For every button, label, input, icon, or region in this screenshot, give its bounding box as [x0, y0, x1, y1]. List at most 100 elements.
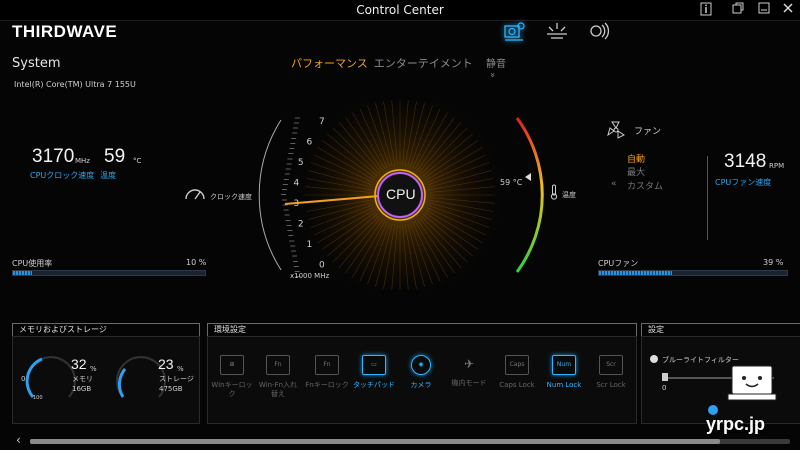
tab-entertainment[interactable]: エンターテイメント	[374, 57, 473, 70]
scroll-left-icon[interactable]: ‹	[16, 433, 21, 447]
mode-tabs: パフォーマンス エンターテイメント	[291, 55, 479, 71]
scroll-lock-icon: Scr	[599, 355, 623, 375]
cpu-clock-value: 3170	[32, 146, 75, 167]
cpu-usage-label: CPU使用率	[12, 259, 53, 268]
horizontal-scrollbar[interactable]	[30, 439, 790, 444]
fan-rpm-unit: RPM	[769, 162, 785, 170]
memory-gauge-max: 100	[33, 395, 43, 401]
num-lock-toggle[interactable]: Num Num Lock	[542, 355, 586, 390]
touchpad-icon: ▭	[362, 355, 386, 375]
environment-panel-title: 環境設定	[212, 324, 248, 335]
brightness-icon[interactable]	[545, 21, 569, 41]
speedometer-icon	[183, 184, 207, 206]
cpu-temp-value: 59	[104, 146, 126, 167]
restore-icon[interactable]	[730, 2, 746, 18]
fn-key-icon: Fn	[315, 355, 339, 375]
gauge-tick-label: 1	[307, 240, 313, 250]
camera-toggle[interactable]: ◉ カメラ	[399, 355, 443, 390]
chevron-down-icon[interactable]: »	[487, 72, 497, 78]
cpu-model: Intel(R) Core(TM) Ultra 7 155U	[14, 80, 136, 89]
clock-speed-label: クロック速度	[210, 193, 252, 201]
airplane-mode-toggle[interactable]: ✈ 機内モード	[447, 355, 491, 388]
caps-lock-icon: Caps	[505, 355, 529, 375]
thermometer-icon	[548, 184, 560, 204]
memory-percent: 32	[71, 356, 87, 372]
gauge-tick-label: 7	[319, 117, 325, 127]
num-lock-icon: Num	[552, 355, 576, 375]
system-title: System	[12, 56, 61, 71]
temp-label: 温度	[562, 191, 576, 199]
wireless-icon[interactable]	[587, 21, 611, 41]
cpu-clock-caption: CPUクロック速度	[30, 171, 95, 180]
info-icon[interactable]	[698, 2, 714, 18]
environment-panel-header: 環境設定	[207, 323, 637, 336]
storage-percent: 23	[158, 356, 174, 372]
settings-panel-header: 設定	[641, 323, 800, 336]
tab-performance[interactable]: パフォーマンス	[291, 57, 368, 70]
storage-label: ストレージ	[159, 375, 194, 383]
memory-panel-header: メモリおよびストレージ	[12, 323, 200, 336]
cpu-usage-text: 10 %	[186, 258, 207, 267]
cpu-usage-bar	[12, 270, 206, 276]
close-icon[interactable]	[780, 2, 796, 18]
fn-key-lock-toggle[interactable]: Fn Fnキーロック	[305, 355, 349, 390]
storage-size: 475GB	[159, 385, 183, 393]
minimize-icon[interactable]	[756, 2, 772, 18]
settings-panel-title: 設定	[646, 324, 666, 335]
fan-mode-custom[interactable]: カスタム	[627, 179, 663, 192]
scroll-lock-toggle[interactable]: Scr Scr Lock	[589, 355, 633, 390]
fan-rpm-value: 3148	[724, 151, 767, 172]
fan-usage-text: 39 %	[763, 258, 784, 267]
gauge-axis-unit: x1000 MHz	[290, 272, 330, 280]
touchpad-toggle[interactable]: ▭ タッチパッド	[352, 355, 396, 390]
gauge-tick-label: 4	[294, 179, 300, 189]
gauge-center-label: CPU	[386, 186, 416, 202]
temp-readout: 59 °C	[500, 178, 523, 187]
fan-rpm-caption: CPUファン速度	[715, 178, 772, 187]
memory-panel: 0 100 32 % メモリ 16GB 23 % ストレージ 475GB	[12, 336, 200, 424]
window-title: Control Center	[356, 3, 444, 17]
gauge-tick-label: 2	[298, 220, 304, 230]
cpu-temp-unit: °C	[133, 157, 142, 165]
fan-divider	[707, 156, 708, 240]
fan-mode-max[interactable]: 最大	[627, 165, 645, 178]
win-key-lock-toggle[interactable]: ⊞ Winキーロック	[210, 355, 254, 399]
fan-custom-chevron-icon[interactable]: «	[611, 179, 617, 189]
blue-light-slider-min: 0	[662, 384, 667, 392]
caps-lock-toggle[interactable]: Caps Caps Lock	[495, 355, 539, 390]
scrollbar-thumb[interactable]	[30, 439, 720, 444]
memory-gauge-min: 0	[21, 375, 26, 383]
cpu-temp-caption: 温度	[100, 171, 116, 180]
fan-icon	[606, 120, 626, 144]
fan-usage-bar	[598, 270, 788, 276]
memory-pct-unit: %	[90, 365, 97, 373]
fan-usage-label: CPUファン	[598, 259, 639, 268]
memory-panel-title: メモリおよびストレージ	[17, 324, 109, 335]
gauge-tick-label: 6	[307, 138, 313, 148]
fan-usage-fill	[599, 271, 673, 275]
brand-logo: THIRDWAVE	[12, 22, 118, 41]
storage-pct-unit: %	[177, 365, 184, 373]
fan-mode-auto[interactable]: 自動	[627, 152, 645, 165]
memory-size: 16GB	[72, 385, 92, 393]
gauge-left-arc	[258, 119, 282, 271]
watermark: yrpc.jp	[706, 414, 766, 434]
blue-light-slider-thumb[interactable]	[662, 373, 668, 381]
tab-quiet[interactable]: 静音	[486, 55, 506, 70]
blue-light-icon	[650, 355, 658, 363]
swap-icon: Fn	[266, 355, 290, 375]
title-bar: Control Center	[0, 0, 800, 21]
memory-label: メモリ	[72, 375, 93, 383]
win-fn-swap-toggle[interactable]: Fn Win-Fn入れ替え	[256, 355, 300, 399]
laptop-mascot-icon	[726, 364, 778, 412]
gauge-tick-label: 0	[319, 261, 325, 271]
gauge-tick-label: 5	[298, 158, 304, 168]
airplane-icon: ✈	[463, 357, 475, 371]
cpu-usage-fill	[13, 271, 33, 275]
system-icon[interactable]	[502, 21, 526, 41]
cpu-clock-unit: MHz	[75, 157, 90, 165]
camera-icon: ◉	[411, 355, 431, 375]
windows-icon: ⊞	[220, 355, 244, 375]
temp-arc	[515, 117, 544, 273]
fan-title: ファン	[634, 127, 662, 137]
